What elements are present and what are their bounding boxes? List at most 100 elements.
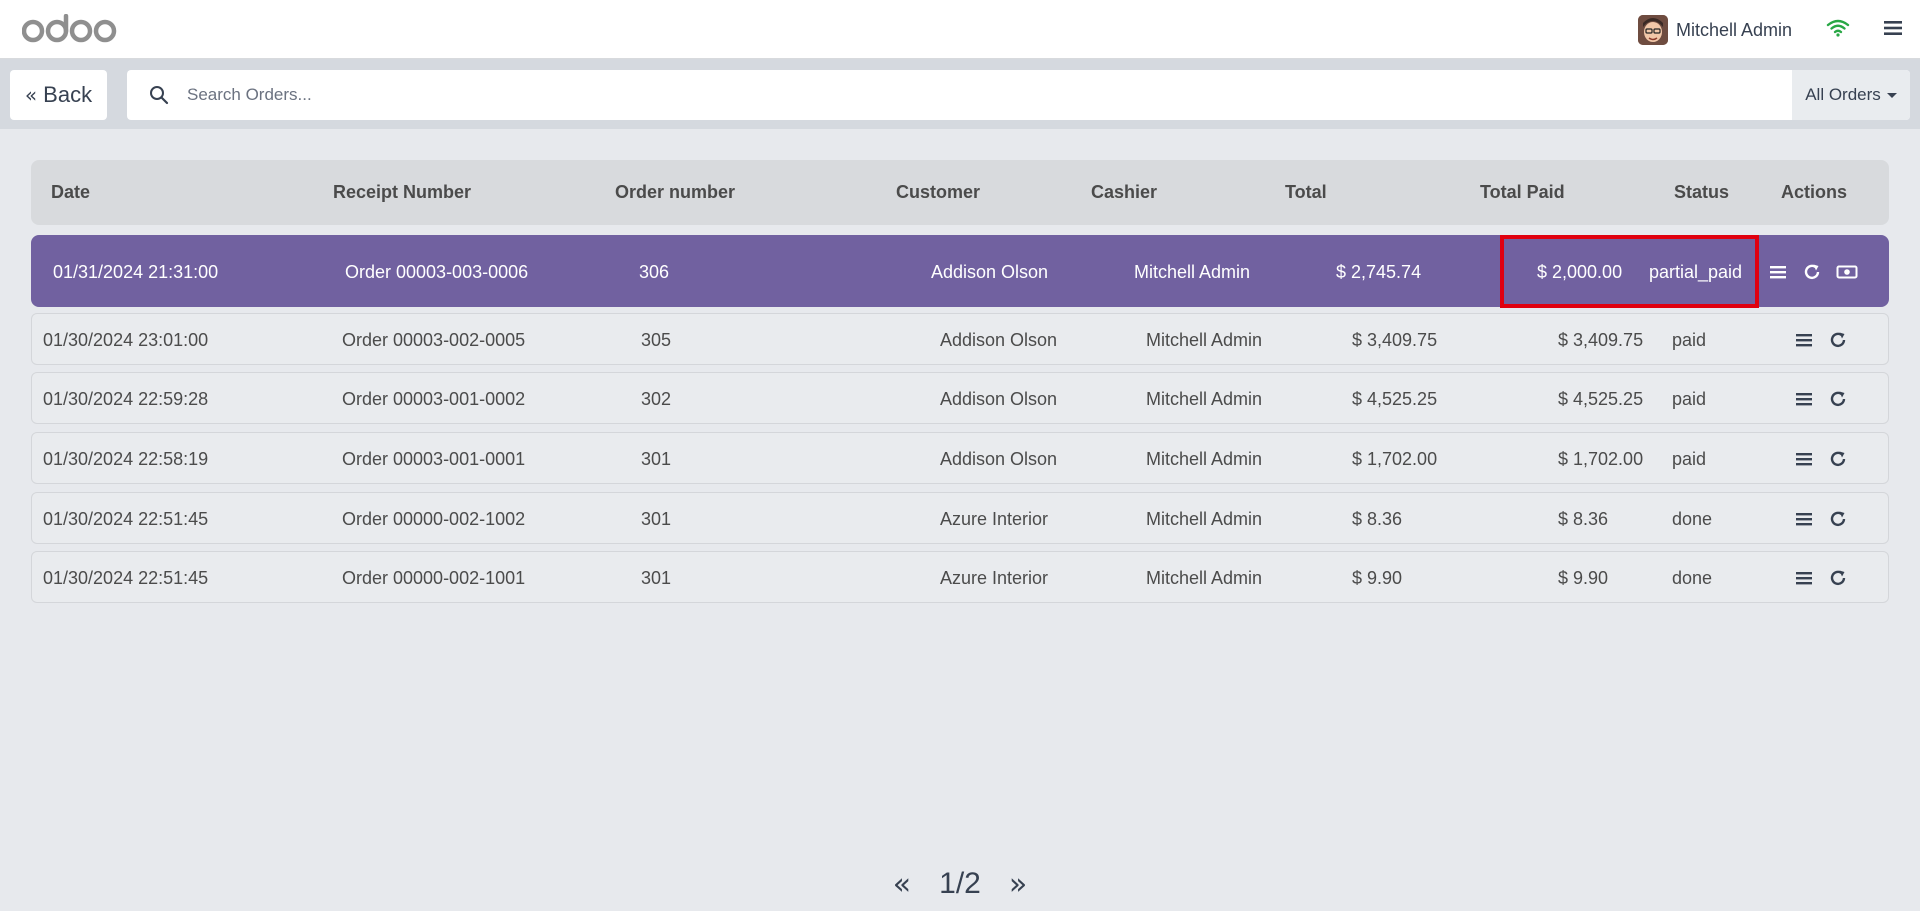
cell-customer: Addison Olson (940, 449, 1058, 469)
search-input[interactable] (187, 70, 1807, 120)
table-row[interactable]: 01/30/2024 22:51:45 Order 00000-002-1002… (31, 492, 1889, 544)
cell-date: 01/30/2024 23:01:00 (43, 330, 209, 350)
refresh-icon[interactable] (1802, 262, 1822, 282)
cell-status: paid (1672, 449, 1707, 469)
cell-order-number: 302 (641, 389, 672, 409)
page-indicator: 1/2 (939, 867, 981, 900)
pagination: « 1/2 » (0, 860, 1920, 908)
table-row[interactable]: 01/30/2024 22:59:28 Order 00003-001-0002… (31, 372, 1889, 424)
cell-order-number: 301 (641, 509, 672, 529)
cell-cashier: Mitchell Admin (1146, 509, 1263, 529)
cell-order-number: 305 (641, 330, 672, 350)
cell-receipt: Order 00003-002-0005 (342, 330, 526, 350)
cell-total: $ 1,702.00 (1352, 449, 1438, 469)
wifi-icon (1826, 19, 1850, 37)
cell-receipt: Order 00003-003-0006 (345, 262, 529, 282)
avatar (1637, 15, 1668, 45)
cell-cashier: Mitchell Admin (1134, 262, 1251, 282)
header-order-number: Order number (615, 182, 736, 202)
cell-receipt: Order 00003-001-0001 (342, 449, 526, 469)
cell-customer: Azure Interior (940, 568, 1049, 588)
caret-down-icon (1886, 92, 1897, 98)
cell-status: partial_paid (1649, 262, 1743, 282)
cell-customer: Addison Olson (940, 330, 1058, 350)
cell-cashier: Mitchell Admin (1146, 330, 1263, 350)
cell-order-number: 301 (641, 568, 672, 588)
header-cashier: Cashier (1091, 182, 1158, 202)
details-list-icon[interactable] (1794, 509, 1814, 529)
cell-customer: Azure Interior (940, 509, 1049, 529)
header-status: Status (1674, 182, 1730, 202)
details-list-icon[interactable] (1794, 568, 1814, 588)
row-actions (1794, 493, 1848, 545)
cell-total-paid: $ 3,409.75 (1558, 330, 1644, 350)
cell-date: 01/30/2024 22:58:19 (43, 449, 209, 469)
cell-total-paid: $ 2,000.00 (1537, 262, 1623, 282)
row-actions (1794, 433, 1848, 485)
control-bar: « Back All Orders (0, 59, 1920, 129)
details-list-icon[interactable] (1794, 389, 1814, 409)
cell-receipt: Order 00000-002-1002 (342, 509, 526, 529)
details-list-icon[interactable] (1794, 330, 1814, 350)
cell-receipt: Order 00000-002-1001 (342, 568, 526, 588)
cell-total: $ 9.90 (1352, 568, 1403, 588)
details-list-icon[interactable] (1768, 262, 1788, 282)
cell-customer: Addison Olson (931, 262, 1049, 282)
cell-total: $ 4,525.25 (1352, 389, 1438, 409)
table-row[interactable]: 01/30/2024 23:01:00 Order 00003-002-0005… (31, 313, 1889, 365)
refresh-icon[interactable] (1828, 330, 1848, 350)
refresh-icon[interactable] (1828, 389, 1848, 409)
top-navbar: Mitchell Admin (0, 0, 1920, 59)
back-button-label: Back (43, 82, 93, 107)
table-header: Date Receipt Number Order number Custome… (31, 160, 1889, 225)
cell-date: 01/30/2024 22:51:45 (43, 509, 209, 529)
user-menu[interactable]: Mitchell Admin (1637, 14, 1792, 46)
search-bar: All Orders (127, 70, 1910, 120)
table-row[interactable]: 01/30/2024 22:58:19 Order 00003-001-0001… (31, 432, 1889, 484)
header-customer: Customer (896, 182, 981, 202)
back-button[interactable]: « Back (10, 70, 107, 120)
filter-label: All Orders (1805, 85, 1881, 104)
header-date: Date (51, 182, 91, 202)
header-total-paid: Total Paid (1480, 182, 1565, 202)
cell-total: $ 3,409.75 (1352, 330, 1438, 350)
refresh-icon[interactable] (1828, 509, 1848, 529)
cell-cashier: Mitchell Admin (1146, 449, 1263, 469)
refresh-icon[interactable] (1828, 568, 1848, 588)
header-total: Total (1285, 182, 1327, 202)
cell-total: $ 2,745.74 (1336, 262, 1422, 282)
double-chevron-left-icon: « (24, 83, 38, 107)
details-list-icon[interactable] (1794, 449, 1814, 469)
odoo-logo-icon (22, 14, 117, 43)
next-page-button[interactable]: » (1009, 867, 1027, 902)
row-actions (1768, 236, 1858, 308)
hamburger-icon[interactable] (1884, 19, 1902, 37)
cell-total-paid: $ 4,525.25 (1558, 389, 1644, 409)
row-actions (1794, 314, 1848, 366)
user-name: Mitchell Admin (1675, 19, 1792, 40)
cell-total-paid: $ 8.36 (1558, 509, 1609, 529)
cell-order-number: 301 (641, 449, 672, 469)
cell-total: $ 8.36 (1352, 509, 1403, 529)
cell-date: 01/30/2024 22:51:45 (43, 568, 209, 588)
cell-status: done (1672, 568, 1713, 588)
search-icon (150, 86, 169, 105)
cell-cashier: Mitchell Admin (1146, 568, 1263, 588)
cell-receipt: Order 00003-001-0002 (342, 389, 526, 409)
cell-total-paid: $ 9.90 (1558, 568, 1609, 588)
header-actions: Actions (1781, 182, 1848, 202)
cell-total-paid: $ 1,702.00 (1558, 449, 1644, 469)
table-row[interactable]: 01/30/2024 22:51:45 Order 00000-002-1001… (31, 551, 1889, 603)
cell-customer: Addison Olson (940, 389, 1058, 409)
table-row-selected[interactable]: 01/31/2024 21:31:00 Order 00003-003-0006… (31, 235, 1889, 307)
cell-date: 01/30/2024 22:59:28 (43, 389, 209, 409)
cell-date: 01/31/2024 21:31:00 (53, 262, 219, 282)
order-filter-dropdown[interactable]: All Orders (1792, 70, 1910, 120)
row-actions (1794, 373, 1848, 425)
refresh-icon[interactable] (1828, 449, 1848, 469)
odoo-logo[interactable] (22, 12, 118, 46)
previous-page-button[interactable]: « (893, 867, 911, 902)
cell-status: done (1672, 509, 1713, 529)
header-receipt-number: Receipt Number (333, 182, 472, 202)
cash-payment-icon[interactable] (1836, 262, 1858, 282)
